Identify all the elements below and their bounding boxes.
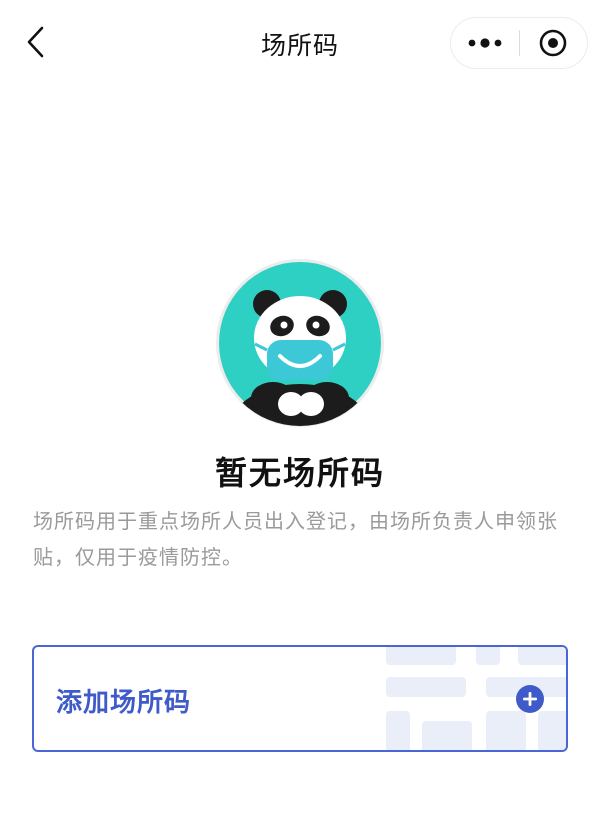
close-button[interactable] [520, 18, 588, 68]
mini-program-capsule [450, 17, 588, 69]
plus-circle-icon [516, 685, 544, 713]
empty-state-title: 暂无场所码 [214, 454, 385, 492]
page: 场所码 暂无场所码 场所码用于重点场所人员出入登记，由场所负责人申领张贴，仅用于… [0, 0, 600, 828]
more-dots-icon [468, 38, 502, 48]
empty-state-description: 场所码用于重点场所人员出入登记，由场所负责人申领张贴，仅用于疫情防控。 [33, 509, 558, 569]
target-close-icon [539, 29, 567, 57]
nav-bar: 场所码 [0, 0, 600, 86]
more-button[interactable] [451, 18, 519, 68]
add-venue-code-button[interactable]: 添加场所码 [32, 645, 568, 752]
add-venue-code-label: 添加场所码 [56, 688, 192, 718]
panda-mask-illustration [215, 258, 385, 428]
